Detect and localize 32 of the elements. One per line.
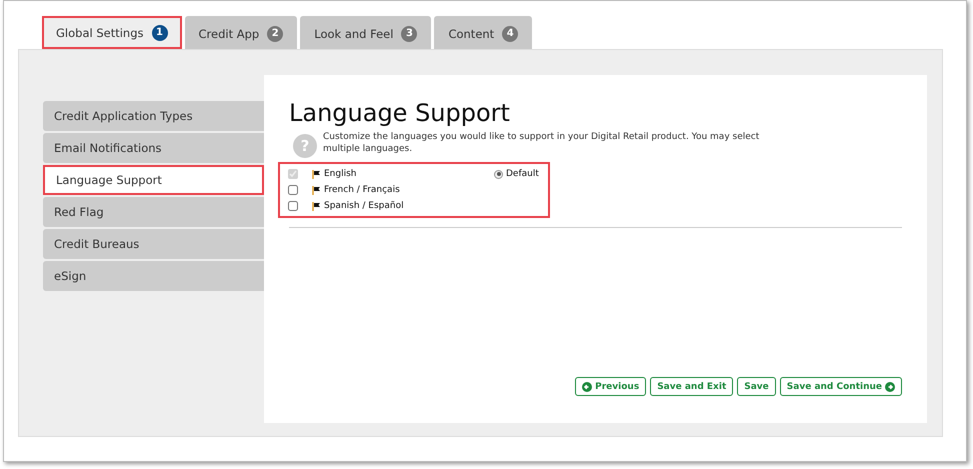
left-arrow-icon <box>582 382 592 392</box>
language-name: Spanish / Español <box>324 201 405 211</box>
help-text: Customize the languages you would like to support in your Digital Retail product. You may select multiple languages. <box>323 131 760 156</box>
step-badge: 1 <box>152 24 168 40</box>
action-button[interactable]: Save <box>737 377 776 396</box>
step-badge: 3 <box>401 26 418 42</box>
sidebar-item[interactable]: Credit Application Types <box>43 101 264 131</box>
tab[interactable]: Look and Feel 3 <box>300 16 432 49</box>
flag-icon <box>312 202 321 210</box>
nav-button[interactable]: Previous <box>575 377 646 396</box>
sidebar-item[interactable]: Email Notifications <box>43 133 264 163</box>
language-checkbox[interactable] <box>288 201 298 211</box>
radio-label: Default <box>506 169 539 179</box>
sidebar-item[interactable]: Red Flag <box>43 197 264 227</box>
step-badge: 2 <box>267 26 284 42</box>
flag-icon <box>312 186 321 194</box>
right-arrow-icon <box>885 382 895 392</box>
language-name: English <box>324 169 358 179</box>
nav-button[interactable]: Save and Continue <box>780 377 902 396</box>
flag-icon <box>312 170 321 178</box>
sidebar-item[interactable]: eSign <box>43 261 264 291</box>
tab[interactable]: Content 4 <box>434 16 532 49</box>
help-icon: ? <box>293 134 317 158</box>
sidebar-item[interactable]: Credit Bureaus <box>43 229 264 259</box>
tab[interactable]: Global Settings 1 <box>42 16 182 49</box>
action-button[interactable]: Save and Exit <box>650 377 734 396</box>
tab[interactable]: Credit App 2 <box>184 16 298 49</box>
step-badge: 4 <box>502 26 518 42</box>
language-checkbox[interactable] <box>288 185 298 195</box>
language-name: French / Français <box>324 185 401 195</box>
page-title: Language Support <box>289 99 511 127</box>
sidebar-item[interactable]: Language Support <box>43 165 264 195</box>
